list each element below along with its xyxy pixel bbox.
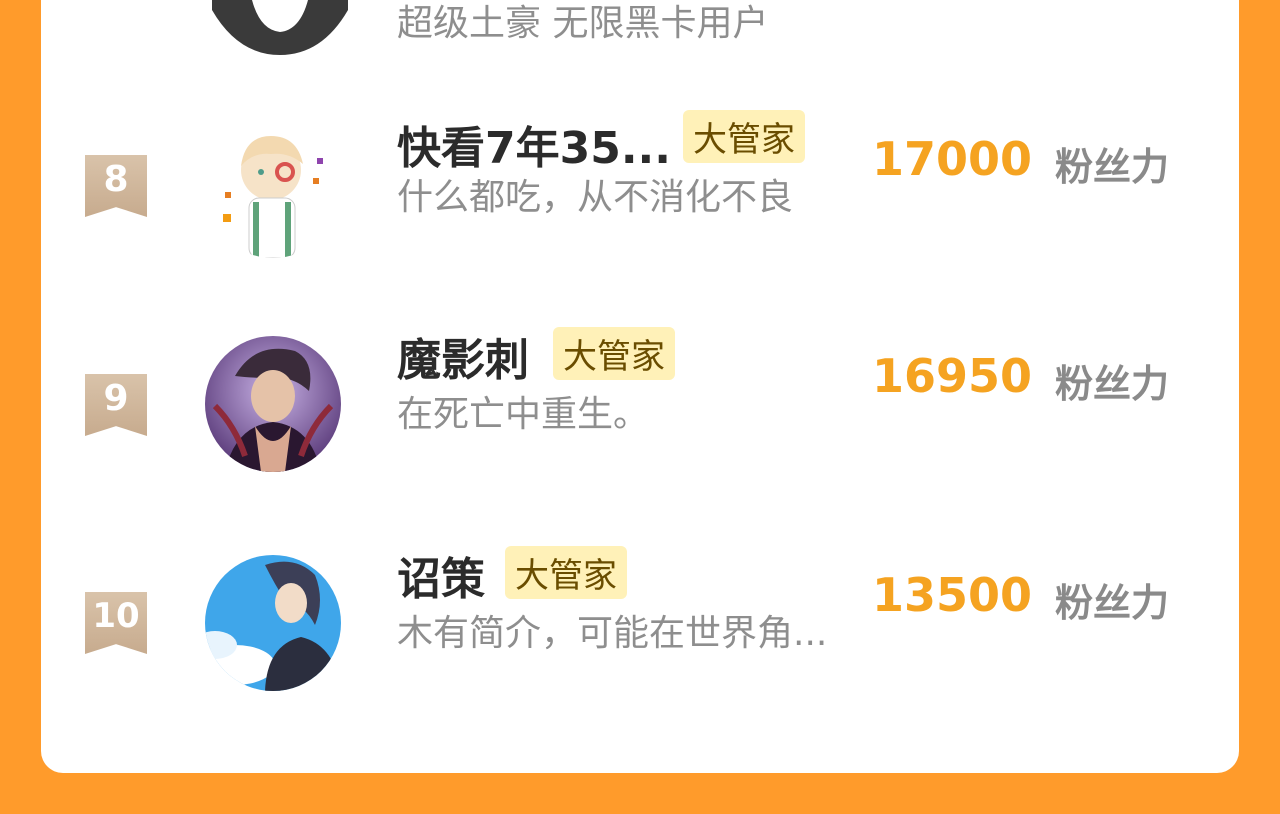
role-badge: 大管家: [505, 546, 627, 599]
user-avatar[interactable]: [205, 336, 341, 472]
user-name[interactable]: 魔影刺: [397, 324, 529, 388]
fan-score-unit: 粉丝力: [1054, 145, 1169, 189]
fan-score: 17000: [871, 132, 1032, 186]
fan-score-unit: 粉丝力: [1054, 581, 1169, 625]
rank-badge: 10: [85, 592, 147, 654]
leaderboard-row[interactable]: 9 魔影刺 大管家 在死亡中重生。 16950 粉丝力: [41, 327, 1239, 489]
dark-anime-avatar-icon: [205, 336, 341, 472]
rank-badge: 9: [85, 374, 147, 436]
leaderboard-row[interactable]: 10 诏策 大管家 木有简介，可能在世界角... 13500 粉丝力: [41, 546, 1239, 708]
anime-boy-avatar-icon: [205, 122, 341, 258]
user-avatar[interactable]: [205, 122, 341, 258]
leaderboard-row[interactable]: 8 快看7年35... 大管家 什么都吃，从不消化不良 17000 粉丝力: [41, 110, 1239, 270]
fan-score: 13500: [871, 568, 1032, 622]
fan-score: 16950: [871, 349, 1032, 403]
user-name[interactable]: 诏策: [397, 543, 485, 607]
previous-user-bio: 超级土豪 无限黑卡用户: [397, 3, 769, 44]
user-bio: 在死亡中重生。: [397, 394, 650, 435]
user-name[interactable]: 快看7年35...: [397, 112, 671, 176]
rank-badge: 8: [85, 155, 147, 217]
dark-avatar-icon: [212, 0, 348, 55]
fan-score-unit: 粉丝力: [1054, 362, 1169, 406]
role-badge: 大管家: [553, 327, 675, 380]
previous-user-avatar[interactable]: [212, 0, 348, 55]
sky-anime-avatar-icon: [205, 555, 341, 691]
user-bio: 什么都吃，从不消化不良: [397, 177, 794, 218]
ranking-card: 超级土豪 无限黑卡用户 8 快看7年35... 大管家 什么都吃，从不消化不良 …: [41, 0, 1239, 773]
role-badge: 大管家: [683, 110, 805, 163]
user-avatar[interactable]: [205, 555, 341, 691]
user-bio: 木有简介，可能在世界角...: [397, 613, 828, 654]
